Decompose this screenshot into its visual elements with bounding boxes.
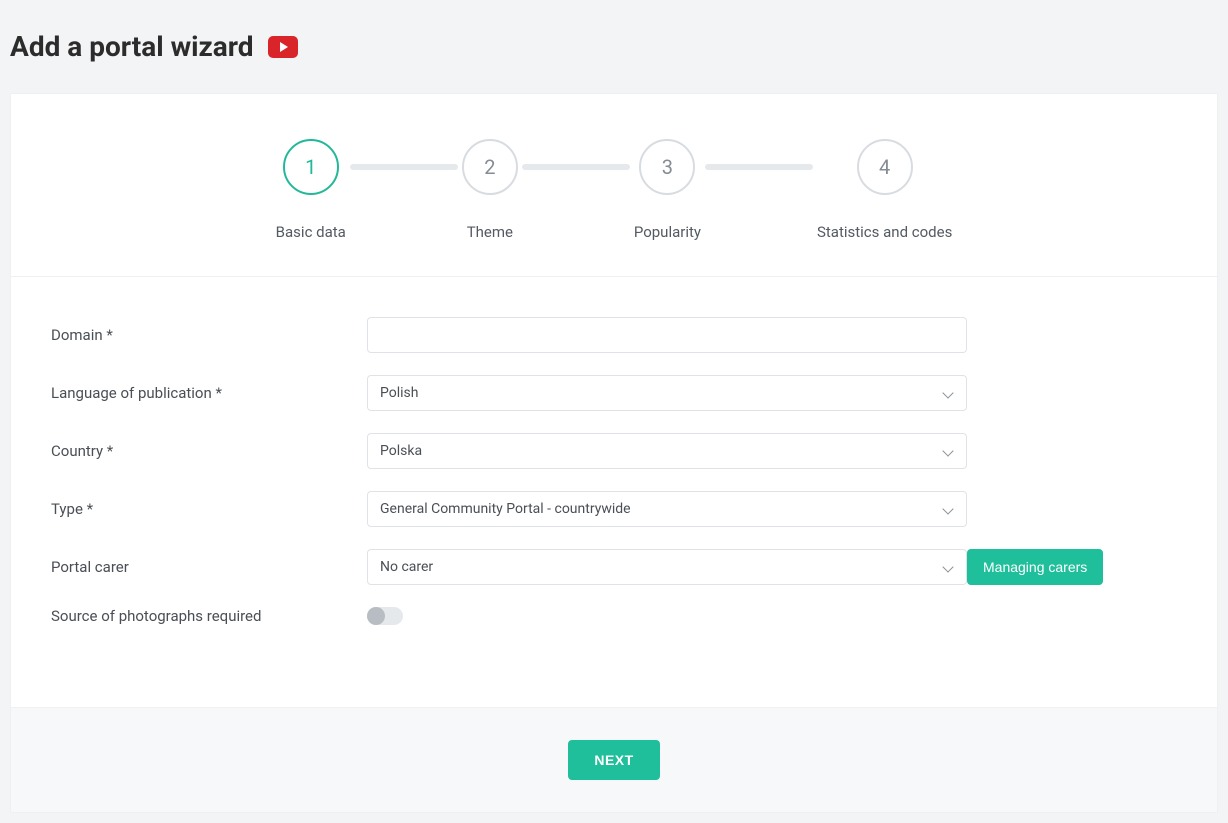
step-connector	[522, 164, 630, 170]
country-select[interactable]: Polska	[367, 433, 967, 469]
step-popularity[interactable]: 3 Popularity	[634, 139, 701, 241]
photos-label: Source of photographs required	[51, 607, 367, 625]
step-label-3: Popularity	[634, 223, 701, 241]
wizard-card: 1 Basic data 2 Theme 3 Popularity 4 Stat…	[10, 93, 1218, 813]
country-label: Country *	[51, 442, 367, 460]
carer-value: No carer	[380, 559, 433, 575]
country-value: Polska	[380, 443, 422, 459]
step-connector	[705, 164, 813, 170]
domain-label: Domain *	[51, 326, 367, 344]
chevron-down-icon	[942, 445, 954, 457]
step-circle-1: 1	[283, 139, 339, 195]
step-statistics[interactable]: 4 Statistics and codes	[817, 139, 952, 241]
photos-required-toggle[interactable]	[367, 607, 403, 625]
next-button[interactable]: NEXT	[568, 740, 659, 780]
youtube-icon[interactable]	[268, 36, 298, 58]
step-circle-4: 4	[857, 139, 913, 195]
page-title: Add a portal wizard	[10, 30, 254, 63]
chevron-down-icon	[942, 561, 954, 573]
language-select[interactable]: Polish	[367, 375, 967, 411]
step-label-2: Theme	[467, 223, 513, 241]
managing-carers-button[interactable]: Managing carers	[967, 549, 1103, 585]
chevron-down-icon	[942, 387, 954, 399]
wizard-footer: NEXT	[11, 707, 1217, 812]
step-connector	[350, 164, 458, 170]
wizard-stepper: 1 Basic data 2 Theme 3 Popularity 4 Stat…	[11, 94, 1217, 277]
step-theme[interactable]: 2 Theme	[462, 139, 518, 241]
carer-select[interactable]: No carer	[367, 549, 967, 585]
language-value: Polish	[380, 385, 418, 401]
step-label-1: Basic data	[276, 223, 346, 241]
play-triangle-icon	[280, 42, 288, 52]
form-area: Domain * Language of publication * Polis…	[11, 277, 1217, 707]
step-basic-data[interactable]: 1 Basic data	[276, 139, 346, 241]
language-label: Language of publication *	[51, 384, 367, 402]
chevron-down-icon	[942, 503, 954, 515]
step-circle-2: 2	[462, 139, 518, 195]
carer-label: Portal carer	[51, 558, 367, 576]
type-label: Type *	[51, 500, 367, 518]
step-label-4: Statistics and codes	[817, 223, 952, 241]
domain-input[interactable]	[367, 317, 967, 353]
type-select[interactable]: General Community Portal - countrywide	[367, 491, 967, 527]
toggle-knob	[367, 607, 385, 625]
step-circle-3: 3	[639, 139, 695, 195]
type-value: General Community Portal - countrywide	[380, 501, 631, 517]
